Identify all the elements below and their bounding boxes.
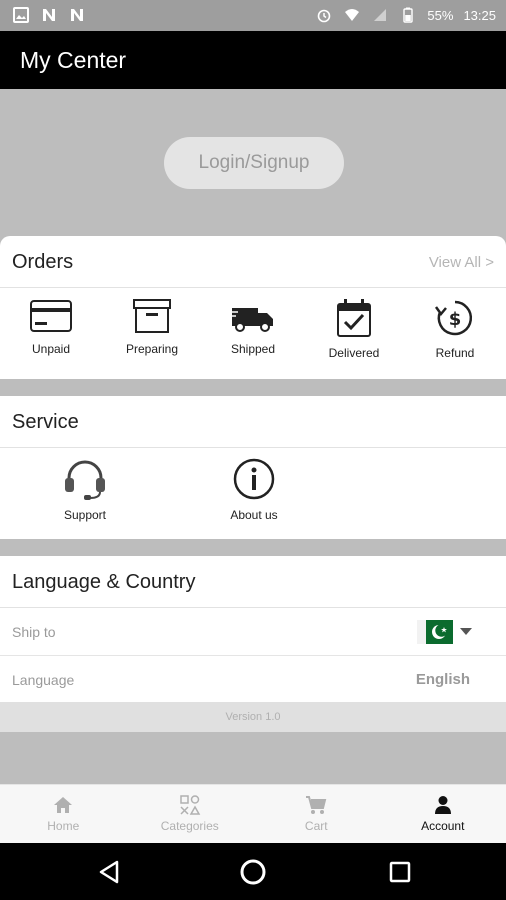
- page-title: My Center: [20, 47, 127, 73]
- order-refund-item[interactable]: $ Refund: [410, 298, 500, 360]
- order-shipped-label: Shipped: [230, 342, 276, 356]
- wifi-icon: [343, 6, 361, 24]
- card-icon: [30, 300, 72, 332]
- info-icon: [233, 458, 275, 500]
- n-notification-icon: [40, 6, 58, 24]
- orders-header: Orders View All >: [0, 236, 506, 288]
- language-country-header: Language & Country: [0, 556, 506, 608]
- headset-icon: [65, 460, 105, 500]
- service-card: Service Support About us: [0, 396, 506, 539]
- alarm-icon: [315, 6, 333, 24]
- status-bar: 55% 13:25: [0, 0, 506, 31]
- svg-text:$: $: [449, 309, 462, 330]
- tab-home-label: Home: [47, 819, 80, 833]
- order-unpaid-item[interactable]: Unpaid: [6, 298, 96, 356]
- tab-categories[interactable]: Categories: [127, 785, 254, 843]
- tab-cart[interactable]: Cart: [253, 785, 380, 843]
- back-icon[interactable]: [95, 857, 125, 887]
- account-icon: [434, 796, 451, 814]
- ship-to-row[interactable]: Ship to: [0, 608, 506, 656]
- signal-icon: [371, 6, 389, 24]
- about-us-label: About us: [230, 508, 278, 522]
- order-preparing-item[interactable]: Preparing: [107, 298, 197, 356]
- order-unpaid-label: Unpaid: [31, 342, 71, 356]
- orders-title: Orders: [12, 251, 74, 273]
- tab-cart-label: Cart: [304, 819, 328, 833]
- home-icon: [54, 797, 73, 813]
- tab-account[interactable]: Account: [380, 785, 506, 843]
- chevron-down-icon[interactable]: [460, 628, 472, 635]
- clock: 13:25: [463, 7, 496, 23]
- order-delivered-label: Delivered: [328, 346, 380, 360]
- cart-icon: [306, 796, 327, 814]
- battery-icon: [399, 6, 417, 24]
- truck-icon: [230, 308, 273, 332]
- tab-account-label: Account: [421, 819, 465, 833]
- service-title: Service: [12, 411, 79, 433]
- order-shipped-item[interactable]: Shipped: [208, 298, 298, 356]
- ship-to-label: Ship to: [12, 624, 56, 640]
- app-bar: My Center: [0, 31, 506, 89]
- about-us-item[interactable]: About us: [209, 458, 299, 522]
- categories-icon: [180, 795, 201, 815]
- login-section: Login/Signup: [0, 89, 506, 237]
- support-item[interactable]: Support: [40, 458, 130, 522]
- login-signup-button[interactable]: Login/Signup: [164, 137, 344, 189]
- view-all-link[interactable]: View All >: [429, 254, 494, 271]
- n-notification-icon: [68, 6, 86, 24]
- orders-card: Orders View All > Unpaid Preparing Shipp…: [0, 236, 506, 379]
- battery-percent: 55%: [427, 7, 454, 23]
- refund-dollar-icon: $: [434, 300, 473, 336]
- calendar-check-icon: [337, 299, 371, 337]
- order-delivered-item[interactable]: Delivered: [309, 298, 399, 360]
- language-label: Language: [12, 672, 75, 688]
- language-row[interactable]: Language English: [0, 656, 506, 704]
- language-country-card: Language & Country Ship to Language Engl…: [0, 556, 506, 702]
- system-nav-bar: [0, 843, 506, 900]
- tab-home[interactable]: Home: [0, 785, 127, 843]
- box-icon: [133, 299, 171, 333]
- language-country-title: Language & Country: [12, 571, 196, 593]
- recents-icon[interactable]: [385, 857, 415, 887]
- orders-icons-row: Unpaid Preparing Shipped Delivered $ Ref…: [0, 288, 506, 378]
- spacer: [0, 732, 506, 784]
- tab-categories-label: Categories: [160, 819, 219, 833]
- version-text: Version 1.0: [0, 702, 506, 732]
- service-header: Service: [0, 396, 506, 448]
- service-icons-row: Support About us: [0, 448, 506, 538]
- support-label: Support: [63, 508, 107, 522]
- language-value: English: [415, 671, 470, 688]
- order-preparing-label: Preparing: [125, 342, 179, 356]
- bottom-tab-bar: Home Categories Cart Account: [0, 784, 506, 843]
- pakistan-flag-icon: [417, 620, 453, 644]
- home-button-icon[interactable]: [238, 857, 268, 887]
- order-refund-label: Refund: [435, 346, 475, 360]
- image-notification-icon: [12, 6, 30, 24]
